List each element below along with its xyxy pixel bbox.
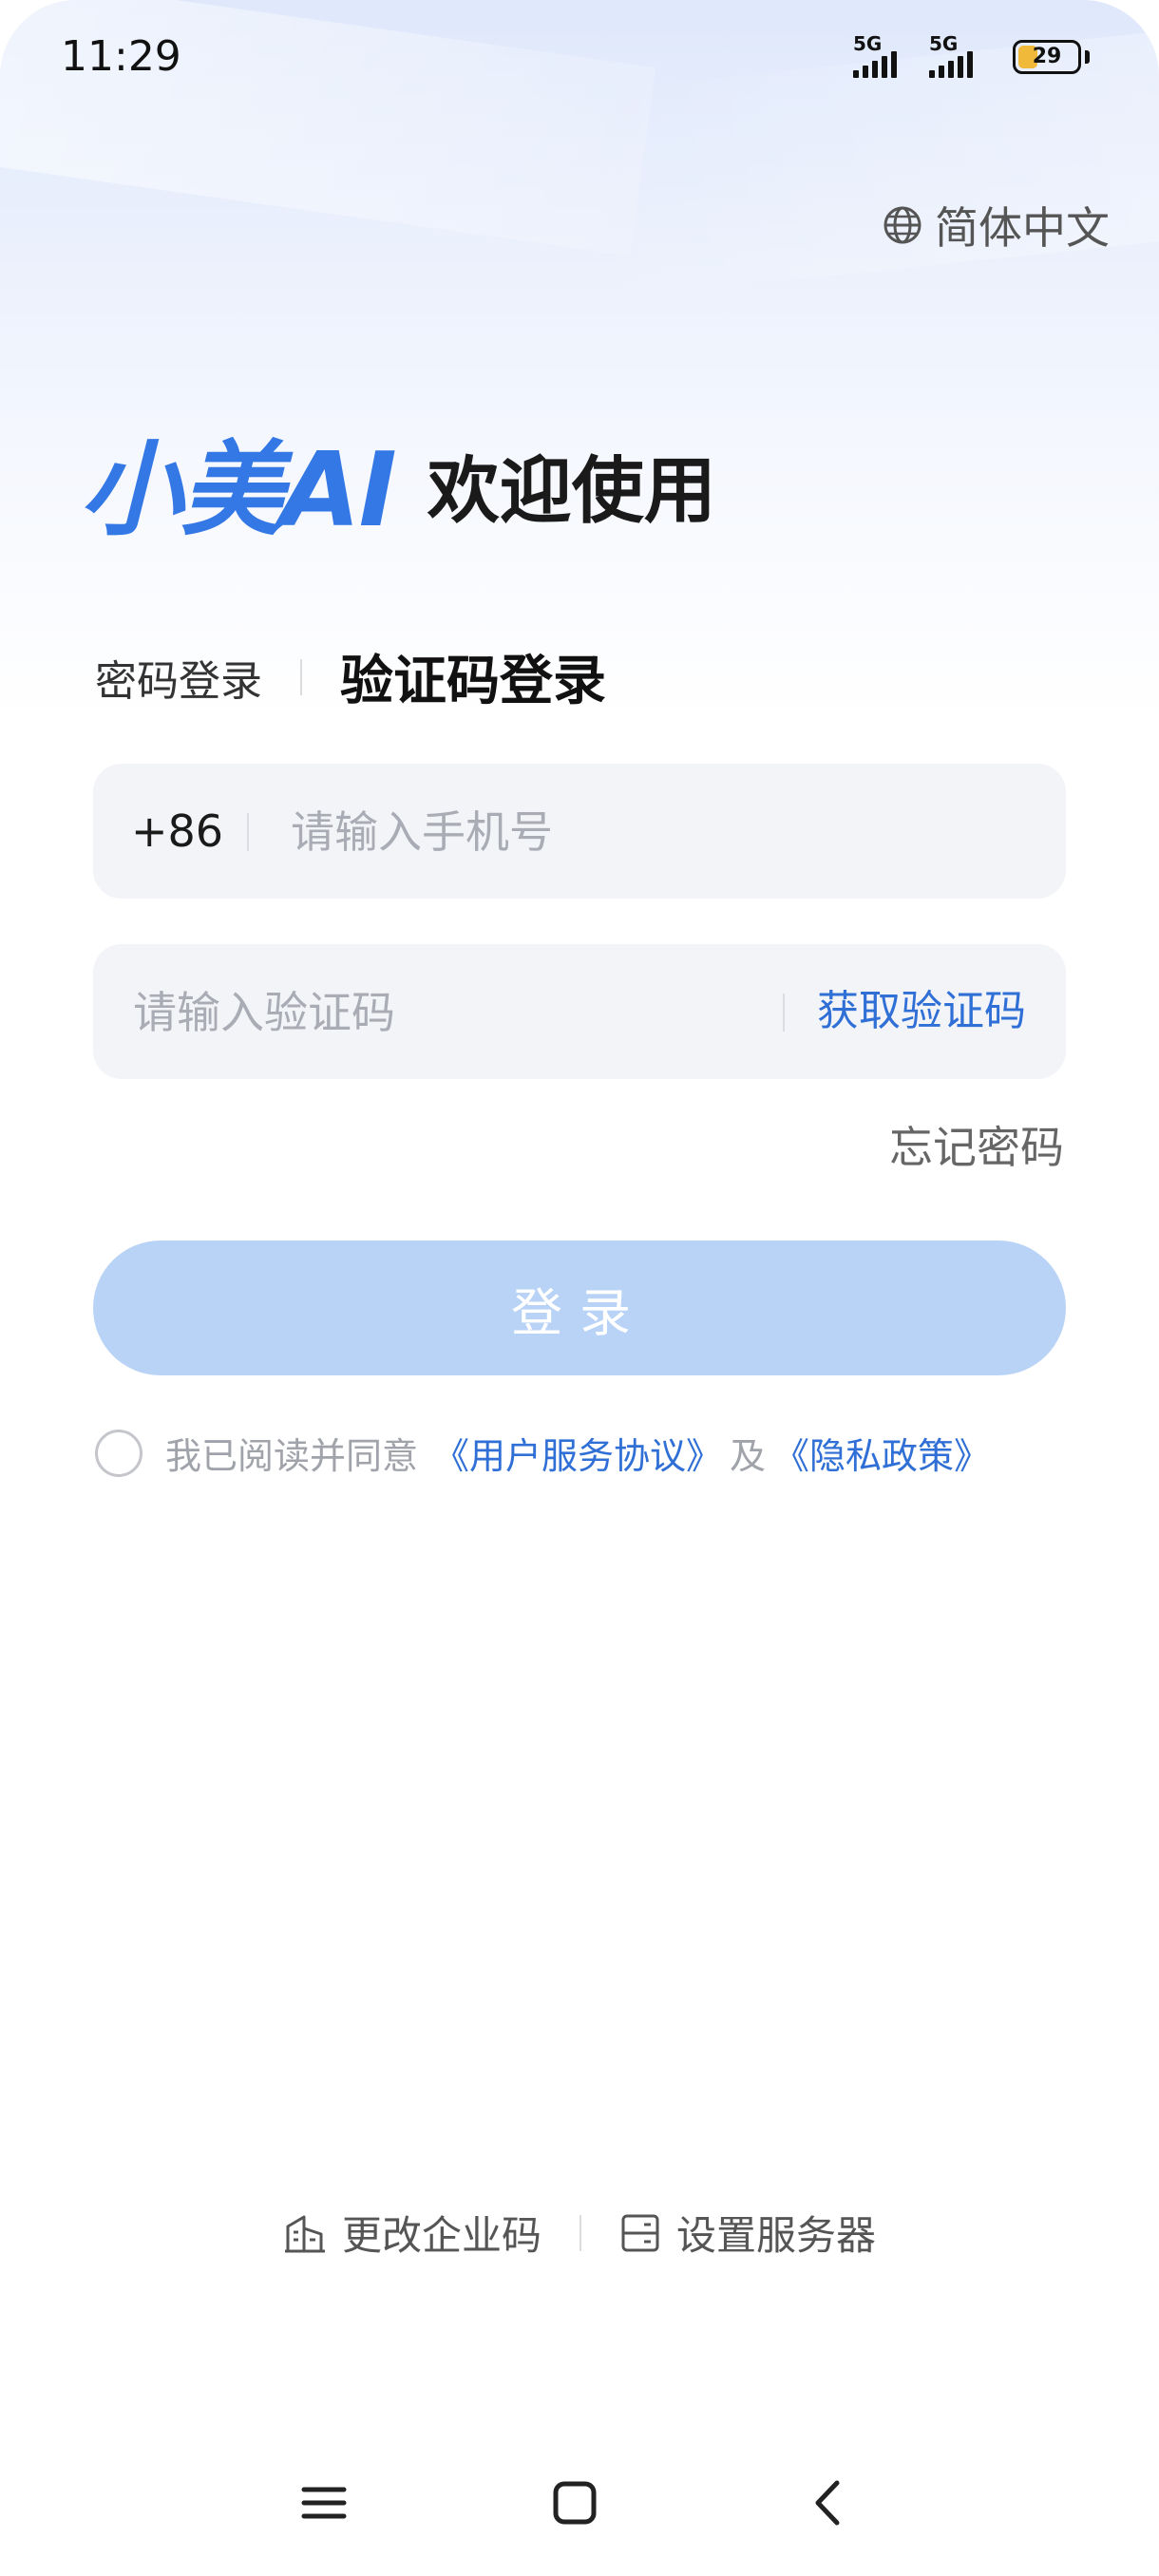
system-nav-bar: [0, 2451, 1159, 2555]
phone-divider: [247, 813, 249, 851]
login-tabs: 密码登录 验证码登录: [95, 638, 606, 715]
phone-input[interactable]: [289, 764, 1015, 900]
welcome-title: 欢迎使用: [427, 448, 716, 533]
globe-icon: [884, 206, 922, 244]
status-bar: 11:29 5G 5G 29: [0, 0, 1159, 114]
bottom-divider: [580, 2214, 581, 2251]
back-chevron-icon: [815, 2480, 840, 2526]
status-time: 11:29: [61, 32, 181, 81]
signal-bars-2-icon: [929, 51, 973, 78]
server-icon: [621, 2214, 659, 2251]
agreement-text: 我已阅读并同意: [165, 1435, 419, 1477]
terms-link[interactable]: 《用户服务协议》: [433, 1427, 722, 1479]
menu-button[interactable]: [291, 2470, 357, 2536]
network-type-2: 5G: [929, 32, 959, 55]
bottom-links: 更改企业码 设置服务器: [0, 2204, 1159, 2262]
login-button[interactable]: 登录: [93, 1241, 1066, 1375]
language-selector[interactable]: 简体中文: [882, 194, 1110, 256]
agreement-row: 我已阅读并同意 《用户服务协议》 及 《隐私政策》: [95, 1427, 990, 1479]
forgot-password-link[interactable]: 忘记密码: [889, 1113, 1064, 1176]
signal-1: 5G: [853, 34, 897, 78]
login-screen: 11:29 5G 5G 29 简体中文 小美AI 欢迎使用 密码登录 验证码登录…: [0, 0, 1159, 2576]
privacy-link[interactable]: 《隐私政策》: [773, 1427, 990, 1479]
agreement-and: 及: [730, 1435, 767, 1477]
app-logo: 小美AI: [80, 431, 397, 550]
code-field: 获取验证码: [93, 944, 1066, 1081]
server-settings-button[interactable]: 设置服务器: [619, 2204, 876, 2262]
country-code[interactable]: +86: [131, 764, 223, 899]
battery-tip: [1085, 50, 1090, 64]
language-label: 简体中文: [935, 202, 1110, 254]
phone-field: +86: [93, 764, 1066, 900]
signal-bars-1-icon: [853, 51, 897, 78]
back-button[interactable]: [794, 2470, 861, 2536]
home-button[interactable]: [542, 2470, 608, 2536]
signal-2: 5G: [929, 34, 973, 78]
agreement-checkbox[interactable]: [95, 1429, 142, 1477]
tab-divider: [300, 658, 302, 695]
code-divider: [783, 994, 785, 1032]
home-square-icon: [553, 2481, 597, 2525]
network-type-1: 5G: [853, 32, 883, 55]
change-enterprise-code-button[interactable]: 更改企业码: [283, 2204, 542, 2262]
battery-icon: 29: [1013, 40, 1081, 74]
building-icon: [284, 2215, 325, 2252]
brand-header: 小美AI 欢迎使用: [80, 439, 716, 543]
battery-level: 29: [1032, 45, 1062, 68]
get-code-button[interactable]: 获取验证码: [817, 944, 1026, 1079]
menu-icon: [301, 2487, 347, 2519]
change-enterprise-code-label: 更改企业码: [341, 2212, 542, 2259]
tab-code-login[interactable]: 验证码登录: [340, 638, 606, 715]
code-input[interactable]: [131, 944, 781, 1081]
server-settings-label: 设置服务器: [676, 2212, 877, 2259]
tab-password-login[interactable]: 密码登录: [95, 647, 262, 708]
